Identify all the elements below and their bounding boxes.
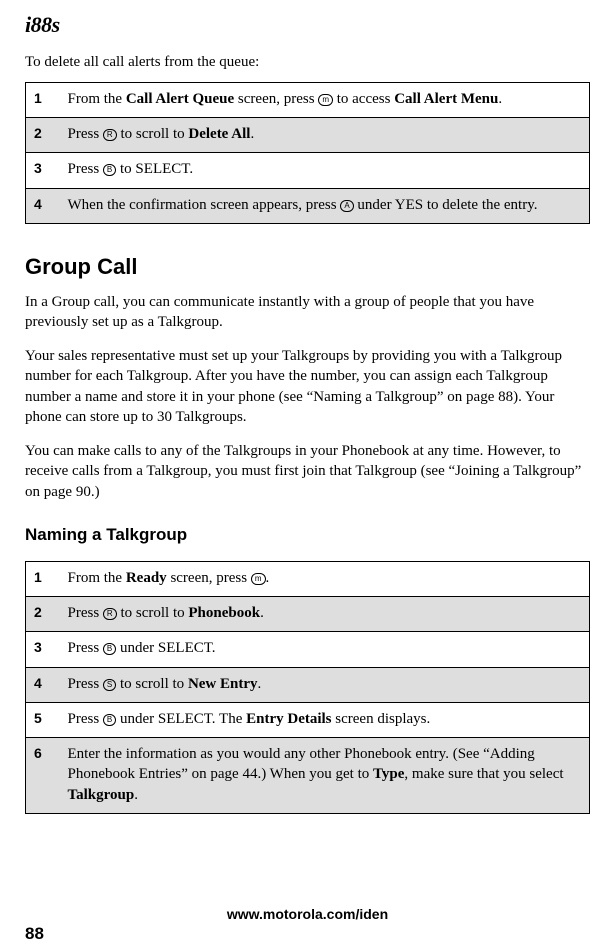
step-number: 4 xyxy=(26,188,60,223)
footer-url: www.motorola.com/iden xyxy=(0,905,615,924)
nav-icon: R xyxy=(103,129,117,141)
table-row: 1 From the Ready screen, press m. xyxy=(26,561,590,596)
softkey-icon: B xyxy=(103,714,116,726)
table-row: 4 When the confirmation screen appears, … xyxy=(26,188,590,223)
table-row: 5 Press B under SELECT. The Entry Detail… xyxy=(26,702,590,737)
steps-table-2: 1 From the Ready screen, press m. 2 Pres… xyxy=(25,561,590,814)
step-text: When the confirmation screen appears, pr… xyxy=(60,188,590,223)
step-number: 6 xyxy=(26,738,60,814)
step-text: Press S to scroll to New Entry. xyxy=(60,667,590,702)
step-text: Press B under SELECT. xyxy=(60,632,590,667)
step-number: 2 xyxy=(26,118,60,153)
step-number: 4 xyxy=(26,667,60,702)
page-header: i88s xyxy=(25,10,590,40)
body-paragraph: You can make calls to any of the Talkgro… xyxy=(25,441,590,502)
menu-icon: m xyxy=(318,94,333,106)
menu-icon: m xyxy=(251,573,266,585)
table-row: 6 Enter the information as you would any… xyxy=(26,738,590,814)
body-paragraph: In a Group call, you can communicate ins… xyxy=(25,292,590,333)
subsection-heading: Naming a Talkgroup xyxy=(25,524,590,547)
step-number: 3 xyxy=(26,632,60,667)
body-paragraph: Your sales representative must set up yo… xyxy=(25,346,590,427)
table-row: 2 Press R to scroll to Phonebook. xyxy=(26,597,590,632)
step-text: Press B under SELECT. The Entry Details … xyxy=(60,702,590,737)
step-text: Enter the information as you would any o… xyxy=(60,738,590,814)
step-text: Press R to scroll to Delete All. xyxy=(60,118,590,153)
step-number: 1 xyxy=(26,561,60,596)
step-number: 3 xyxy=(26,153,60,188)
table-row: 3 Press B under SELECT. xyxy=(26,632,590,667)
softkey-icon: B xyxy=(103,164,116,176)
step-number: 2 xyxy=(26,597,60,632)
table-row: 2 Press R to scroll to Delete All. xyxy=(26,118,590,153)
table-row: 1 From the Call Alert Queue screen, pres… xyxy=(26,82,590,117)
nav-icon: S xyxy=(103,679,116,691)
step-number: 1 xyxy=(26,82,60,117)
table-row: 4 Press S to scroll to New Entry. xyxy=(26,667,590,702)
intro-text: To delete all call alerts from the queue… xyxy=(25,52,590,72)
steps-table-1: 1 From the Call Alert Queue screen, pres… xyxy=(25,82,590,224)
table-row: 3 Press B to SELECT. xyxy=(26,153,590,188)
section-heading: Group Call xyxy=(25,252,590,282)
step-text: From the Call Alert Queue screen, press … xyxy=(60,82,590,117)
step-number: 5 xyxy=(26,702,60,737)
step-text: From the Ready screen, press m. xyxy=(60,561,590,596)
model-label: i88s xyxy=(25,12,60,37)
page-number: 88 xyxy=(25,923,44,946)
nav-icon: R xyxy=(103,608,117,620)
softkey-icon: B xyxy=(103,643,116,655)
step-text: Press R to scroll to Phonebook. xyxy=(60,597,590,632)
softkey-icon: A xyxy=(340,200,353,212)
step-text: Press B to SELECT. xyxy=(60,153,590,188)
